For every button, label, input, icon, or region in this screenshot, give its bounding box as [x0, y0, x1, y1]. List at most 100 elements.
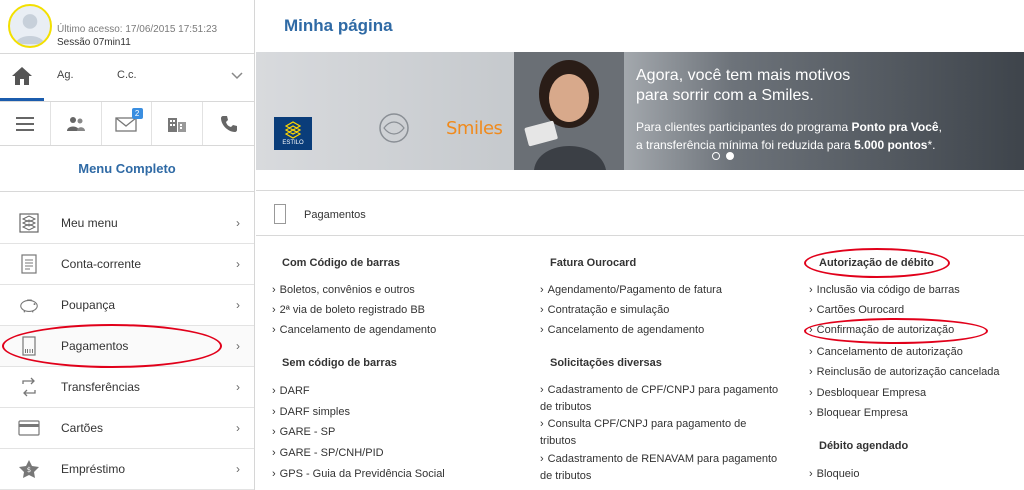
menu-item-transferencias[interactable]: Transferências › [0, 367, 254, 408]
link-item[interactable]: › Reinclusão de autorização cancelada [809, 364, 1000, 381]
chevron-right-icon: › [272, 304, 276, 316]
link-item[interactable]: › GARE - SP [272, 424, 335, 441]
menu-item-label: Conta-corrente [61, 257, 142, 271]
menu-item-label: Transferências [61, 380, 140, 394]
quick-icon-bar: 2 [0, 102, 254, 146]
chevron-right-icon: › [809, 346, 813, 358]
link-item[interactable]: › Cancelamento de autorização [809, 344, 963, 361]
chevron-right-icon: › [809, 304, 813, 316]
banner-text-part: a transferência mínima foi reduzida para [636, 138, 855, 152]
chevron-right-icon: › [236, 257, 240, 271]
account-selector[interactable]: Ag. C.c. [0, 54, 254, 102]
transfer-icon [18, 377, 40, 397]
chevron-right-icon: › [809, 366, 813, 378]
banner-text-part: *. [927, 138, 936, 152]
bb-estilo-logo: ESTILO [274, 117, 312, 150]
chevron-right-icon: › [236, 421, 240, 435]
column-heading: Com Código de barras [282, 257, 400, 269]
menu-item-emprestimo[interactable]: $ Empréstimo › [0, 449, 254, 490]
promo-banner[interactable]: ESTILO Smiles Agora, você tem mais motiv… [256, 52, 1024, 170]
banner-text: Para clientes participantes do programa … [636, 118, 1016, 154]
phone-button[interactable] [203, 102, 254, 145]
menu-list: Meu menu › Conta-corrente › Poupança › P… [0, 203, 254, 490]
link-item[interactable]: › Cadastramento de RENAVAM para pagamento… [540, 451, 790, 485]
menu-item-poupanca[interactable]: Poupança › [0, 285, 254, 326]
carousel-dot[interactable] [712, 152, 720, 160]
chevron-right-icon: › [809, 284, 813, 296]
link-item[interactable]: › Cartões Ourocard [809, 302, 904, 319]
link-item[interactable]: › Bloquear Empresa [809, 405, 908, 422]
chevron-right-icon: › [540, 384, 544, 396]
link-item[interactable]: › Consulta CPF/CNPJ para pagamento de tri… [540, 416, 765, 450]
chevron-right-icon: › [236, 462, 240, 476]
link-item[interactable]: › Confirmação de autorização [809, 322, 954, 339]
chevron-right-icon: › [540, 304, 544, 316]
chevron-right-icon: › [540, 284, 544, 296]
menu-item-label: Poupança [61, 298, 116, 312]
menu-item-pagamentos[interactable]: Pagamentos › [0, 326, 254, 367]
loan-icon: $ [18, 459, 40, 479]
link-item[interactable]: › Cadastramento de CPF/CNPJ para pagament… [540, 382, 790, 416]
session-time: Sessão 07min11 [57, 37, 131, 48]
chevron-right-icon: › [272, 284, 276, 296]
menu-item-conta-corrente[interactable]: Conta-corrente › [0, 244, 254, 285]
chevron-right-icon: › [272, 324, 276, 336]
smiles-logo: Smiles [446, 118, 503, 139]
page-title: Minha página [284, 16, 393, 35]
section-header: Pagamentos [256, 190, 1024, 236]
menu-item-label: Pagamentos [61, 339, 129, 353]
carousel-dot-active[interactable] [726, 152, 734, 160]
link-item[interactable]: › Agendamento/Pagamento de fatura [540, 282, 722, 299]
chevron-right-icon: › [809, 468, 813, 480]
link-item[interactable]: › Desbloquear Empresa [809, 385, 926, 402]
carousel-dots [712, 152, 734, 160]
link-item[interactable]: › Contratação e simulação [540, 302, 669, 319]
sidebar: Último acesso: 17/06/2015 17:51:23 Sessã… [0, 0, 255, 490]
svg-text:$: $ [27, 466, 31, 474]
link-item[interactable]: › GPS - Guia da Previdência Social [272, 466, 445, 483]
chevron-right-icon: › [272, 406, 276, 418]
link-item[interactable]: › Cancelamento de agendamento [272, 322, 436, 339]
banner-text-bold: 5.000 pontos [854, 138, 928, 152]
menu-item-cartoes[interactable]: Cartões › [0, 408, 254, 449]
chevron-right-icon: › [272, 468, 276, 480]
chevron-right-icon: › [236, 298, 240, 312]
menu-button[interactable] [0, 102, 51, 145]
menu-icon [15, 116, 34, 131]
menu-item-label: Meu menu [61, 216, 118, 230]
companies-button[interactable] [152, 102, 204, 145]
link-item[interactable]: › Boletos, convênios e outros [272, 282, 415, 299]
menu-item-meu-menu[interactable]: Meu menu › [0, 203, 254, 244]
phone-icon [220, 115, 237, 132]
avatar[interactable] [8, 4, 52, 48]
people-button[interactable] [51, 102, 102, 145]
link-item[interactable]: › DARF simples [272, 404, 350, 421]
column-heading: Fatura Ourocard [550, 257, 637, 269]
chevron-right-icon: › [272, 426, 276, 438]
link-item[interactable]: › GARE - SP/CNH/PID [272, 445, 384, 462]
link-item[interactable]: › 2ª via de boleto registrado BB [272, 302, 425, 319]
bb-logo-icon [18, 213, 40, 233]
column-heading: Autorização de débito [819, 257, 934, 269]
column-heading: Sem código de barras [282, 357, 397, 369]
chevron-right-icon: › [272, 447, 276, 459]
link-item[interactable]: › Bloqueio [809, 466, 860, 483]
user-silhouette-icon [15, 14, 45, 45]
link-item[interactable]: › DARF [272, 383, 310, 400]
chevron-right-icon: › [272, 385, 276, 397]
link-item[interactable]: › Inclusão via código de barras [809, 282, 960, 299]
banner-text-part: , [938, 120, 942, 134]
full-menu-link[interactable]: Menu Completo [0, 146, 254, 192]
agency-label: Ag. [57, 69, 74, 81]
messages-count-badge: 2 [131, 108, 143, 119]
chevron-right-icon: › [540, 418, 544, 430]
chevron-right-icon: › [540, 324, 544, 336]
chevron-down-icon[interactable] [228, 67, 246, 85]
messages-button[interactable]: 2 [102, 102, 153, 145]
chevron-right-icon: › [540, 453, 544, 465]
people-icon [66, 116, 85, 131]
chevron-right-icon: › [809, 387, 813, 399]
link-item[interactable]: › Cancelamento de agendamento [540, 322, 704, 339]
account-number-label: C.c. [117, 69, 137, 81]
home-button[interactable] [0, 54, 44, 101]
